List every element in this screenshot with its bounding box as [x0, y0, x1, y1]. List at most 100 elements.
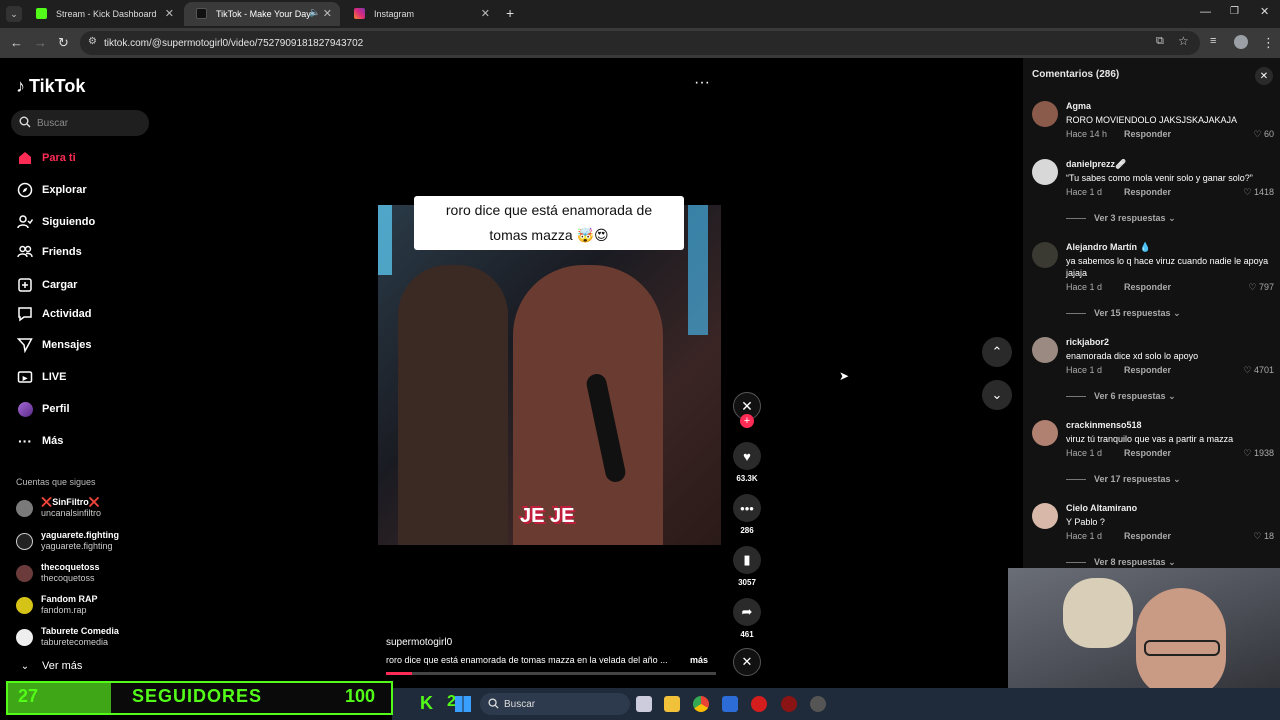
speaker-icon[interactable]: 🔈 — [309, 7, 320, 18]
new-tab-button[interactable]: + — [506, 5, 514, 21]
chrome-icon[interactable] — [693, 696, 709, 712]
profile-avatar-icon[interactable] — [1234, 35, 1248, 49]
video-author[interactable]: supermotogirl0 — [386, 637, 452, 648]
view-replies-button[interactable]: Ver 3 respuestas ⌄ — [1066, 213, 1176, 224]
avatar[interactable] — [1032, 242, 1058, 268]
comment-user[interactable]: Agma — [1066, 101, 1091, 111]
windows-start-icon[interactable] — [455, 696, 471, 712]
nav-label: Friends — [42, 246, 82, 258]
file-explorer-icon[interactable] — [664, 696, 680, 712]
video-options-icon[interactable]: ··· — [694, 74, 710, 92]
nav-friends[interactable]: Friends — [16, 241, 82, 263]
search-input[interactable]: Buscar — [11, 110, 149, 136]
back-arrow-icon[interactable]: ← — [10, 35, 23, 50]
nav-para-ti[interactable]: Para ti — [16, 147, 76, 169]
nav-actividad[interactable]: Actividad — [16, 303, 92, 325]
comment-like-button[interactable]: ♡ 1938 — [1243, 448, 1274, 459]
nav-perfil[interactable]: Perfil — [16, 398, 70, 420]
sound-disc-button[interactable]: ✕ — [732, 648, 762, 676]
install-app-icon[interactable]: ⧉ — [1156, 35, 1164, 48]
video-progress-bar[interactable] — [386, 672, 716, 675]
tab-tiktok[interactable]: TikTok - Make Your Day 🔈 ✕ — [184, 2, 340, 26]
comment-user[interactable]: Alejandro Martín 💧 — [1066, 242, 1151, 253]
following-account[interactable]: yaguarete.fighting yaguarete.fighting — [16, 527, 119, 555]
save-button[interactable]: ▮ 3057 — [732, 546, 762, 587]
avatar — [16, 499, 33, 517]
view-replies-button[interactable]: Ver 8 respuestas ⌄ — [1066, 557, 1176, 568]
nav-siguiendo[interactable]: Siguiendo — [16, 211, 95, 233]
comment-like-button[interactable]: ♡ 1418 — [1243, 187, 1274, 198]
avatar[interactable] — [1032, 101, 1058, 127]
comment-like-button[interactable]: ♡ 797 — [1248, 282, 1274, 293]
avatar[interactable] — [1032, 159, 1058, 185]
comment-user[interactable]: Cielo Altamirano — [1066, 503, 1137, 513]
comment-button[interactable]: ••• 286 — [732, 494, 762, 535]
bookmark-star-icon[interactable]: ☆ — [1178, 34, 1189, 48]
site-info-icon[interactable]: ⚙ — [88, 36, 97, 47]
avatar[interactable] — [1032, 503, 1058, 529]
comment-like-button[interactable]: ♡ 60 — [1253, 129, 1274, 140]
minimize-icon[interactable]: — — [1200, 6, 1211, 18]
follow-plus-icon[interactable]: + — [740, 414, 754, 428]
comment-user[interactable]: crackinmenso518 — [1066, 420, 1142, 430]
comment-text: viruz tú tranquilo que vas a partir a ma… — [1066, 434, 1234, 444]
view-replies-button[interactable]: Ver 15 respuestas ⌄ — [1066, 308, 1181, 319]
nav-label: Para ti — [42, 152, 76, 164]
media-control-icon[interactable]: ≡ — [1210, 35, 1216, 47]
taskbar-search-input[interactable]: Buscar — [480, 693, 630, 715]
nav-live[interactable]: ▶ LIVE — [16, 366, 66, 388]
following-account[interactable]: Taburete Comedia taburetecomedia — [16, 623, 119, 651]
following-account[interactable]: thecoquetoss thecoquetoss — [16, 559, 100, 587]
address-bar[interactable]: ⚙ tiktok.com/@supermotogirl0/video/75279… — [80, 31, 1200, 55]
store-icon[interactable] — [722, 696, 738, 712]
like-button[interactable]: ♥ 63.3K — [732, 442, 762, 483]
search-icon — [19, 116, 31, 128]
comment-user[interactable]: danielprezz🩹 — [1066, 159, 1126, 170]
nav-mensajes[interactable]: Mensajes — [16, 334, 92, 356]
creator-avatar-button[interactable]: ✕ + — [732, 392, 762, 428]
tab-list-chevron-icon[interactable]: ⌄ — [6, 6, 22, 22]
restore-icon[interactable]: ❐ — [1230, 6, 1239, 17]
nav-explorar[interactable]: Explorar — [16, 179, 87, 201]
view-replies-button[interactable]: Ver 6 respuestas ⌄ — [1066, 391, 1176, 402]
video-frame[interactable] — [378, 205, 721, 545]
avatar[interactable] — [1032, 337, 1058, 363]
following-account[interactable]: Fandom RAP fandom.rap — [16, 591, 98, 619]
nav-mas[interactable]: ··· Más — [16, 430, 63, 452]
nav-cargar[interactable]: Cargar — [16, 274, 77, 296]
close-comments-icon[interactable]: ✕ — [1255, 67, 1273, 85]
view-replies-button[interactable]: Ver 17 respuestas ⌄ — [1066, 474, 1181, 485]
tab-kick-dashboard[interactable]: Stream - Kick Dashboard ✕ — [24, 2, 182, 26]
share-button[interactable]: ➦ 461 — [732, 598, 762, 639]
reply-button[interactable]: Responder — [1124, 448, 1171, 458]
close-window-icon[interactable]: ✕ — [1260, 5, 1269, 18]
reply-button[interactable]: Responder — [1124, 282, 1171, 292]
avatar[interactable] — [1032, 420, 1058, 446]
close-tab-icon[interactable]: ✕ — [481, 7, 490, 20]
app-settings-icon[interactable] — [810, 696, 826, 712]
reload-icon[interactable]: ↻ — [58, 35, 69, 51]
following-account[interactable]: ❌SinFiltro❌ uncanalsinfiltro — [16, 494, 101, 522]
reply-button[interactable]: Responder — [1124, 365, 1171, 375]
see-more-button[interactable]: ⌄ Ver más — [16, 655, 83, 677]
comment-like-button[interactable]: ♡ 18 — [1253, 531, 1274, 542]
reply-button[interactable]: Responder — [1124, 187, 1171, 197]
task-view-icon[interactable] — [636, 696, 652, 712]
tiktok-logo[interactable]: ♪ TikTok — [16, 76, 85, 97]
forward-arrow-icon[interactable]: → — [34, 35, 47, 50]
kick-app-icon[interactable]: K — [420, 693, 433, 714]
close-tab-icon[interactable]: ✕ — [323, 7, 332, 20]
save-count: 3057 — [738, 578, 756, 587]
comment-like-button[interactable]: ♡ 4701 — [1243, 365, 1274, 376]
app-dark-red-icon[interactable] — [781, 696, 797, 712]
tab-instagram[interactable]: Instagram ✕ — [342, 2, 498, 26]
menu-dots-icon[interactable]: ⋮ — [1262, 35, 1275, 51]
previous-video-button[interactable]: ⌃ — [982, 337, 1012, 367]
description-more-link[interactable]: más — [690, 655, 708, 665]
reply-button[interactable]: Responder — [1124, 531, 1171, 541]
close-tab-icon[interactable]: ✕ — [165, 7, 174, 20]
app-red-icon[interactable] — [751, 696, 767, 712]
comment-user[interactable]: rickjabor2 — [1066, 337, 1109, 347]
next-video-button[interactable]: ⌄ — [982, 380, 1012, 410]
reply-button[interactable]: Responder — [1124, 129, 1171, 139]
